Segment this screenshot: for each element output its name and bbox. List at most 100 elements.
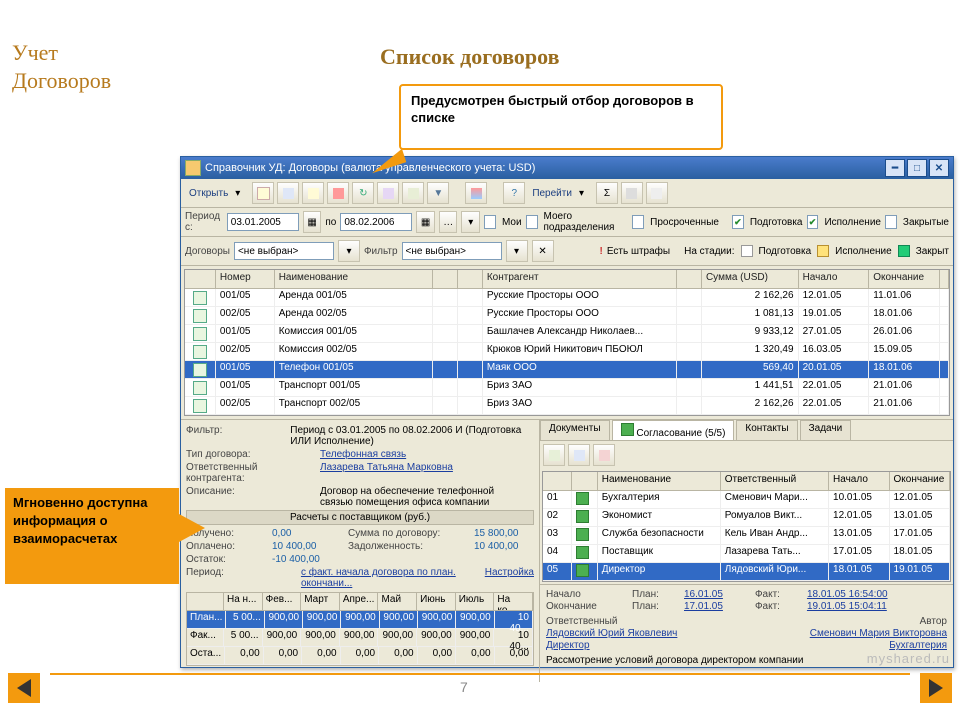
appr-header[interactable] — [572, 472, 598, 490]
mini-row[interactable]: Фак...5 00...900,00900,00900,00900,00900… — [187, 629, 533, 647]
contracts-grid[interactable]: НомерНаименование Контрагент Сумма (USD)На… — [184, 269, 950, 416]
mini-row[interactable]: План...5 00...900,00900,00900,00900,0090… — [187, 611, 533, 629]
tb-help-icon[interactable]: ? — [503, 182, 525, 204]
cb-closed[interactable] — [885, 215, 897, 229]
table-row[interactable]: 002/05Комиссия 002/05Крюков Юрий Никитов… — [185, 343, 949, 361]
maximize-button[interactable]: □ — [907, 159, 927, 177]
period-more-button[interactable]: … — [439, 211, 458, 233]
appr-new-icon[interactable] — [543, 444, 565, 466]
monthly-grid[interactable]: На н...Фев...МартАпре...МайИюньИюльНа ко… — [186, 592, 534, 666]
appr-row[interactable]: 03Служба безопасностиКель Иван Андр...13… — [543, 527, 950, 545]
close-button[interactable]: ✕ — [929, 159, 949, 177]
tb-sum-icon[interactable]: Σ — [596, 182, 618, 204]
tb-props-icon[interactable] — [377, 182, 399, 204]
ad-author-link[interactable]: Сменович Мария Викторовна — [810, 628, 947, 639]
mini-header[interactable]: Июль — [456, 593, 495, 610]
tb-delete-icon[interactable] — [327, 182, 349, 204]
tb-edit-icon[interactable] — [302, 182, 324, 204]
mini-header[interactable]: Март — [301, 593, 340, 610]
appr-row[interactable]: 04ПоставщикЛазарева Тать...17.01.0518.01… — [543, 545, 950, 563]
mini-header[interactable]: Июнь — [417, 593, 456, 610]
grid-header[interactable] — [458, 270, 483, 288]
grid-header[interactable] — [677, 270, 702, 288]
contracts-combo-dropdown[interactable]: ▾ — [338, 240, 360, 262]
ad-dir-link[interactable]: Директор — [546, 640, 590, 651]
goto-menu[interactable]: Перейти — [528, 188, 576, 199]
cb-exec[interactable]: ✔ — [807, 215, 819, 229]
table-row[interactable]: 001/05Комиссия 001/05Башлачев Александр … — [185, 325, 949, 343]
d-resp-link[interactable]: Лазарева Татьяна Марковна — [320, 462, 453, 484]
tb-refresh-icon[interactable]: ↻ — [352, 182, 374, 204]
date-to-input[interactable] — [340, 213, 412, 231]
table-row[interactable]: 001/05Транспорт 001/05Бриз ЗАО1 441,5122… — [185, 379, 949, 397]
mini-header[interactable]: На н... — [224, 593, 263, 610]
tb-opt-icon[interactable] — [621, 182, 643, 204]
m-period-link[interactable]: с факт. начала договора по план. окончан… — [301, 567, 479, 589]
appr-row[interactable]: 05ДиректорЛядовский Юри...18.01.0519.01.… — [543, 563, 950, 581]
grid-header[interactable]: Наименование — [275, 270, 433, 288]
tab-documents[interactable]: Документы — [540, 420, 610, 440]
appr-header[interactable] — [543, 472, 572, 490]
appr-del-icon[interactable] — [593, 444, 615, 466]
next-slide-button[interactable] — [920, 673, 952, 703]
mini-header[interactable]: Фев... — [263, 593, 302, 610]
grid-header[interactable]: Контрагент — [483, 270, 677, 288]
open-menu[interactable]: Открыть — [185, 188, 232, 199]
date-from-picker-icon[interactable]: ▦ — [303, 211, 322, 233]
tb-filter-icon[interactable]: ▼ — [427, 182, 449, 204]
filter-combo[interactable] — [402, 242, 502, 260]
table-row[interactable]: 002/05Аренда 002/05Русские Просторы ООО1… — [185, 307, 949, 325]
tab-approval[interactable]: Согласование (5/5) — [612, 420, 735, 440]
tab-tasks[interactable]: Задачи — [800, 420, 852, 440]
mini-row[interactable]: Оста...0,000,000,000,000,000,000,000,00 — [187, 647, 533, 665]
date-from-input[interactable] — [227, 213, 299, 231]
cb-dept[interactable] — [526, 215, 538, 229]
grid-header[interactable]: Сумма (USD) — [702, 270, 799, 288]
table-row[interactable]: 001/05Телефон 001/05Маяк ООО569,4020.01.… — [185, 361, 949, 379]
window-titlebar[interactable]: Справочник УД: Договоры (валюта управлен… — [181, 157, 953, 179]
cb-prep[interactable]: ✔ — [732, 215, 744, 229]
approval-grid[interactable]: НаименованиеОтветственныйНачалоОкончание… — [542, 471, 951, 582]
ad-end-fact[interactable]: 19.01.05 15:04:11 — [807, 601, 887, 612]
grid-header[interactable]: Номер — [216, 270, 275, 288]
tb-new-icon[interactable] — [252, 182, 274, 204]
cb-my[interactable] — [484, 215, 496, 229]
ad-resp-link[interactable]: Лядовский Юрий Яковлевич — [546, 628, 677, 639]
appr-row[interactable]: 02ЭкономистРомуалов Викт...12.01.0513.01… — [543, 509, 950, 527]
tab-contacts[interactable]: Контакты — [736, 420, 797, 440]
grid-header[interactable] — [185, 270, 216, 288]
grid-header[interactable]: Начало — [799, 270, 870, 288]
period-dropdown-button[interactable]: ▾ — [461, 211, 480, 233]
tb-opt2-icon[interactable] — [646, 182, 668, 204]
date-to-picker-icon[interactable]: ▦ — [416, 211, 435, 233]
appr-row[interactable]: 01БухгалтерияСменович Мари...10.01.0512.… — [543, 491, 950, 509]
tb-grid-icon[interactable] — [465, 182, 487, 204]
grid-header[interactable] — [433, 270, 458, 288]
prev-slide-button[interactable] — [8, 673, 40, 703]
mini-header[interactable]: На ко... — [494, 593, 533, 610]
d-type-link[interactable]: Телефонная связь — [320, 449, 406, 460]
contracts-combo[interactable] — [234, 242, 334, 260]
mini-header[interactable]: Апре... — [340, 593, 379, 610]
table-row[interactable]: 002/05Транспорт 002/05Бриз ЗАО2 162,2622… — [185, 397, 949, 415]
ad-start-plan[interactable]: 16.01.05 — [684, 589, 723, 600]
tb-copy-icon[interactable] — [277, 182, 299, 204]
tune-link[interactable]: Настройка — [485, 567, 534, 589]
m-bal-v: -10 400,00 — [272, 554, 342, 565]
appr-header[interactable]: Ответственный — [721, 472, 829, 490]
filter-clear-icon[interactable]: ✕ — [532, 240, 554, 262]
appr-header[interactable]: Начало — [829, 472, 889, 490]
mini-header[interactable]: Май — [378, 593, 417, 610]
appr-header[interactable]: Наименование — [598, 472, 721, 490]
tb-tree-icon[interactable] — [402, 182, 424, 204]
ad-start-fact[interactable]: 18.01.05 16:54:00 — [807, 589, 888, 600]
grid-header[interactable]: Окончание — [869, 270, 940, 288]
cb-overdue[interactable] — [632, 215, 644, 229]
appr-edit-icon[interactable] — [568, 444, 590, 466]
minimize-button[interactable]: ━ — [885, 159, 905, 177]
ad-buh-link[interactable]: Бухгалтерия — [889, 640, 947, 651]
appr-header[interactable]: Окончание — [890, 472, 950, 490]
ad-end-plan[interactable]: 17.01.05 — [684, 601, 723, 612]
filter-combo-dropdown[interactable]: ▾ — [506, 240, 528, 262]
table-row[interactable]: 001/05Аренда 001/05Русские Просторы ООО2… — [185, 289, 949, 307]
